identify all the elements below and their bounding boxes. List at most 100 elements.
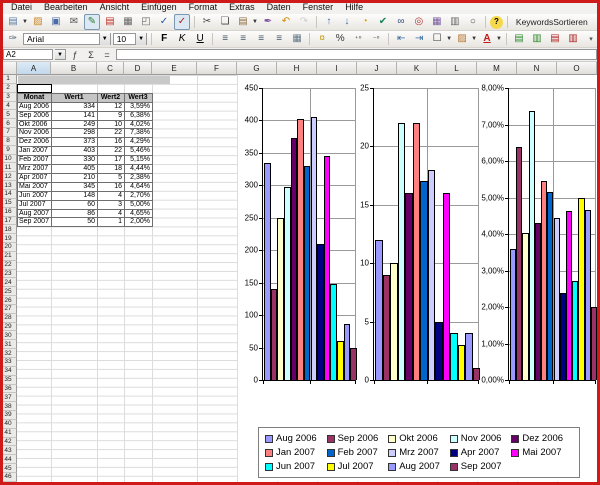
table-cell[interactable]: 345: [52, 182, 98, 191]
menu-item-ansicht[interactable]: Ansicht: [94, 1, 136, 14]
currency-format-icon[interactable]: ¤: [314, 31, 330, 47]
table-cell[interactable]: 10: [98, 120, 125, 129]
legend-item[interactable]: Sep 2006: [327, 433, 389, 444]
open-folder-icon[interactable]: ▨: [30, 14, 46, 30]
table-cell[interactable]: 60: [52, 200, 98, 209]
menu-item-hilfe[interactable]: Hilfe: [339, 1, 369, 14]
chevron-down-icon[interactable]: ▼: [99, 33, 110, 45]
gallery-icon[interactable]: ▦: [429, 14, 445, 30]
legend-item[interactable]: Nov 2006: [450, 433, 512, 444]
table-cell[interactable]: Mai 2007: [18, 182, 52, 191]
row-header-22[interactable]: 22: [0, 261, 17, 270]
table-cell[interactable]: 4,29%: [125, 138, 153, 147]
table-cell[interactable]: Mrz 2007: [18, 165, 52, 174]
row-header-18[interactable]: 18: [0, 225, 17, 234]
table-cell[interactable]: 86: [52, 209, 98, 218]
bar-nov-2006[interactable]: [398, 123, 406, 380]
table-cell[interactable]: 5,00%: [125, 200, 153, 209]
table-cell[interactable]: 141: [52, 111, 98, 120]
row-header-38[interactable]: 38: [0, 402, 17, 411]
row-header-10[interactable]: 10: [0, 155, 17, 164]
row-header-45[interactable]: 45: [0, 464, 17, 473]
row-header-33[interactable]: 33: [0, 358, 17, 367]
italic-button[interactable]: K: [174, 31, 190, 47]
row-header-30[interactable]: 30: [0, 331, 17, 340]
row-header-34[interactable]: 34: [0, 367, 17, 376]
bar-jul-2007[interactable]: [337, 341, 344, 380]
unterstrich-fett-button[interactable]: UnterstrichFett: [593, 16, 600, 28]
row-header-8[interactable]: 8: [0, 137, 17, 146]
fontwork-icon[interactable]: ✑: [5, 31, 21, 47]
edit-mode-icon[interactable]: ✎: [84, 14, 100, 30]
column-header-F[interactable]: F: [197, 62, 237, 75]
column-header-H[interactable]: H: [277, 62, 317, 75]
select-all-corner[interactable]: [0, 62, 17, 75]
column-header-B[interactable]: B: [51, 62, 97, 75]
copy-icon[interactable]: ❏: [217, 14, 233, 30]
row-header-40[interactable]: 40: [0, 420, 17, 429]
chevron-down-icon[interactable]: ▼: [135, 33, 146, 45]
font-size-combobox[interactable]: 10▼: [113, 33, 147, 45]
table-cell[interactable]: 6,38%: [125, 111, 153, 120]
align-justify-icon[interactable]: ≡: [271, 31, 287, 47]
function-wizard-icon[interactable]: ƒ: [68, 50, 82, 60]
row-header-3[interactable]: 3: [0, 93, 17, 102]
table-cell[interactable]: 3,59%: [125, 102, 153, 111]
table-cell[interactable]: 1: [98, 218, 125, 227]
export-pdf-icon[interactable]: ▤: [102, 14, 118, 30]
table-cell[interactable]: Nov 2006: [18, 129, 52, 138]
menu-item-extras[interactable]: Extras: [223, 1, 261, 14]
column-header-C[interactable]: C: [97, 62, 124, 75]
row-header-13[interactable]: 13: [0, 181, 17, 190]
table-cell[interactable]: Aug 2007: [18, 209, 52, 218]
row-header-19[interactable]: 19: [0, 234, 17, 243]
row-header-25[interactable]: 25: [0, 287, 17, 296]
table-cell[interactable]: Jun 2007: [18, 191, 52, 200]
row-header-14[interactable]: 14: [0, 190, 17, 199]
menu-item-datei[interactable]: Datei: [5, 1, 38, 14]
bar-feb-2007[interactable]: [420, 181, 428, 380]
bar-jun-2007[interactable]: [330, 284, 337, 380]
bar-aug-2007[interactable]: [344, 324, 351, 380]
column-header-A[interactable]: A: [17, 62, 51, 75]
legend-item[interactable]: Feb 2007: [327, 447, 389, 458]
bar-okt-2006[interactable]: [277, 218, 284, 380]
paste-icon[interactable]: ▤: [235, 14, 251, 30]
legend-item[interactable]: Jul 2007: [327, 461, 389, 472]
bar-mrz-2007[interactable]: [428, 170, 436, 380]
row-header-23[interactable]: 23: [0, 270, 17, 279]
table-cell[interactable]: Apr 2007: [18, 173, 52, 182]
table-cell[interactable]: 2,38%: [125, 173, 153, 182]
table-cell[interactable]: 330: [52, 156, 98, 165]
insert-column-icon[interactable]: ▥: [529, 31, 545, 47]
table-cell[interactable]: 22: [98, 129, 125, 138]
row-header-9[interactable]: 9: [0, 146, 17, 155]
data-sources-icon[interactable]: ▥: [447, 14, 463, 30]
undo-icon[interactable]: ↶: [278, 14, 294, 30]
row-header-43[interactable]: 43: [0, 446, 17, 455]
row-header-26[interactable]: 26: [0, 296, 17, 305]
chevron-down-icon[interactable]: ▼: [471, 36, 477, 42]
legend-item[interactable]: Aug 2007: [388, 461, 450, 472]
menu-item-fenster[interactable]: Fenster: [297, 1, 340, 14]
bar-feb-2007[interactable]: [304, 166, 311, 380]
bar-jan-2007[interactable]: [413, 123, 421, 380]
table-cell[interactable]: Sep 2006: [18, 111, 52, 120]
table-cell[interactable]: 4: [98, 191, 125, 200]
table-cell[interactable]: 4,44%: [125, 165, 153, 174]
column-header-E[interactable]: E: [152, 62, 197, 75]
legend-item[interactable]: Jan 2007: [265, 447, 327, 458]
table-cell[interactable]: 334: [52, 102, 98, 111]
table-cell[interactable]: 2,00%: [125, 218, 153, 227]
underline-button[interactable]: U: [192, 31, 208, 47]
column-header-I[interactable]: I: [317, 62, 357, 75]
formula-icon[interactable]: =: [100, 50, 114, 60]
row-header-46[interactable]: 46: [0, 473, 17, 482]
legend-item[interactable]: Sep 2007: [450, 461, 512, 472]
table-cell[interactable]: 22: [98, 147, 125, 156]
decrease-indent-icon[interactable]: ⇤: [393, 31, 409, 47]
page-preview-icon[interactable]: ◰: [138, 14, 154, 30]
legend-item[interactable]: Aug 2006: [265, 433, 327, 444]
row-header-5[interactable]: 5: [0, 110, 17, 119]
table-cell[interactable]: 3: [98, 200, 125, 209]
